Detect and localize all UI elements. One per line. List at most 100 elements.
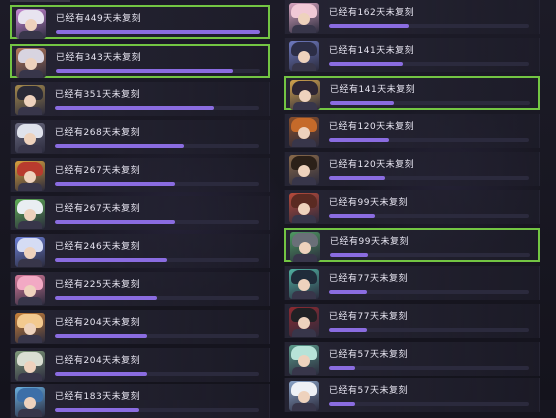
days-progress-fill — [55, 182, 176, 186]
character-avatar — [289, 381, 319, 411]
days-progress-track — [329, 24, 529, 28]
avatar-body — [18, 145, 42, 153]
days-progress-fill — [56, 30, 260, 34]
days-progress-fill — [329, 62, 403, 66]
character-row[interactable]: 已经有183天未复刻 — [10, 384, 270, 418]
days-progress-fill — [329, 138, 389, 142]
days-progress-track — [329, 214, 529, 218]
avatar-body — [19, 70, 43, 78]
rerun-days-label: 已经有162天未复刻 — [329, 8, 415, 18]
character-row[interactable]: 已经有267天未复刻 — [10, 196, 270, 230]
avatar-face — [298, 127, 310, 139]
character-row[interactable]: 已经有141天未复刻 — [284, 38, 540, 72]
character-row[interactable]: 已经有267天未复刻 — [10, 158, 270, 192]
rerun-days-label: 已经有57天未复刻 — [329, 350, 408, 360]
character-avatar — [16, 48, 46, 78]
days-progress-fill — [329, 290, 367, 294]
days-progress-fill — [56, 69, 234, 73]
character-row[interactable]: 已经有99天未复刻 — [284, 228, 540, 262]
avatar-face — [298, 203, 310, 215]
avatar-body — [18, 259, 42, 267]
avatar-face — [298, 165, 310, 177]
avatar-face — [24, 285, 36, 297]
character-row[interactable]: 已经有449天未复刻 — [10, 5, 270, 39]
character-row[interactable]: 已经有343天未复刻 — [10, 44, 270, 78]
days-progress-fill — [55, 258, 168, 262]
character-avatar — [289, 345, 319, 375]
character-avatar — [15, 237, 45, 267]
character-avatar — [289, 3, 319, 33]
character-row[interactable]: 已经有99天未复刻 — [284, 190, 540, 224]
character-row[interactable]: 已经有77天未复刻 — [284, 266, 540, 300]
character-row[interactable]: 已经有57天未复刻 — [284, 342, 540, 376]
rerun-days-label: 已经有77天未复刻 — [329, 312, 408, 322]
days-progress-track — [329, 62, 529, 66]
character-row[interactable]: 已经有162天未复刻 — [284, 0, 540, 34]
avatar-body — [292, 329, 316, 337]
days-progress-track — [55, 220, 259, 224]
rerun-days-label: 已经有141天未复刻 — [329, 46, 415, 56]
rerun-days-label: 已经有267天未复刻 — [55, 166, 141, 176]
avatar-face — [299, 242, 311, 254]
rerun-days-label: 已经有204天未复刻 — [55, 356, 141, 366]
avatar-face — [298, 279, 310, 291]
character-avatar — [289, 117, 319, 147]
character-avatar — [15, 123, 45, 153]
days-progress-track — [55, 334, 259, 338]
character-avatar — [289, 155, 319, 185]
days-progress-fill — [330, 253, 368, 257]
avatar-face — [299, 90, 311, 102]
days-progress-track — [329, 176, 529, 180]
days-progress-fill — [55, 296, 157, 300]
rerun-days-label: 已经有57天未复刻 — [329, 386, 408, 396]
character-row[interactable]: 已经有351天未复刻 — [10, 82, 270, 116]
character-row[interactable]: 已经有57天未复刻 — [284, 378, 540, 412]
character-avatar — [15, 275, 45, 305]
character-row[interactable]: 已经有268天未复刻 — [10, 120, 270, 154]
days-progress-track — [55, 182, 259, 186]
character-row[interactable]: 已经有204天未复刻 — [10, 348, 270, 382]
rerun-days-label: 已经有267天未复刻 — [55, 204, 141, 214]
avatar-face — [298, 13, 310, 25]
rerun-days-label: 已经有449天未复刻 — [56, 14, 142, 24]
avatar-body — [292, 367, 316, 375]
days-progress-track — [55, 408, 259, 412]
rerun-days-label: 已经有268天未复刻 — [55, 128, 141, 138]
days-progress-fill — [329, 328, 367, 332]
avatar-body — [292, 215, 316, 223]
days-progress-fill — [55, 220, 176, 224]
days-progress-track — [55, 106, 259, 110]
avatar-body — [293, 102, 317, 110]
days-progress-fill — [55, 334, 147, 338]
rerun-days-label: 已经有351天未复刻 — [55, 90, 141, 100]
character-row[interactable]: 已经有141天未复刻 — [284, 76, 540, 110]
rerun-days-label: 已经有99天未复刻 — [330, 237, 409, 247]
avatar-face — [24, 361, 36, 373]
avatar-body — [293, 254, 317, 262]
days-progress-fill — [329, 176, 385, 180]
rerun-days-label: 已经有183天未复刻 — [55, 392, 141, 402]
character-row[interactable]: 已经有204天未复刻 — [10, 310, 270, 344]
days-progress-track — [55, 372, 259, 376]
character-avatar — [15, 387, 45, 417]
days-progress-fill — [329, 24, 409, 28]
character-avatar — [290, 80, 320, 110]
character-row[interactable]: 已经有246天未复刻 — [10, 234, 270, 268]
character-row[interactable]: 已经有120天未复刻 — [284, 152, 540, 186]
character-avatar — [15, 85, 45, 115]
avatar-body — [292, 139, 316, 147]
character-row[interactable]: 已经有225天未复刻 — [10, 272, 270, 306]
rerun-days-label: 已经有120天未复刻 — [329, 122, 415, 132]
days-progress-fill — [330, 101, 394, 105]
avatar-face — [24, 397, 36, 409]
character-row[interactable]: 已经有77天未复刻 — [284, 304, 540, 338]
top-divider — [10, 0, 70, 2]
avatar-face — [25, 58, 37, 70]
character-row[interactable]: 已经有120天未复刻 — [284, 114, 540, 148]
character-avatar — [15, 313, 45, 343]
character-avatar — [15, 351, 45, 381]
rerun-days-label: 已经有120天未复刻 — [329, 160, 415, 170]
avatar-body — [19, 31, 43, 39]
days-progress-track — [55, 296, 259, 300]
avatar-face — [25, 19, 37, 31]
